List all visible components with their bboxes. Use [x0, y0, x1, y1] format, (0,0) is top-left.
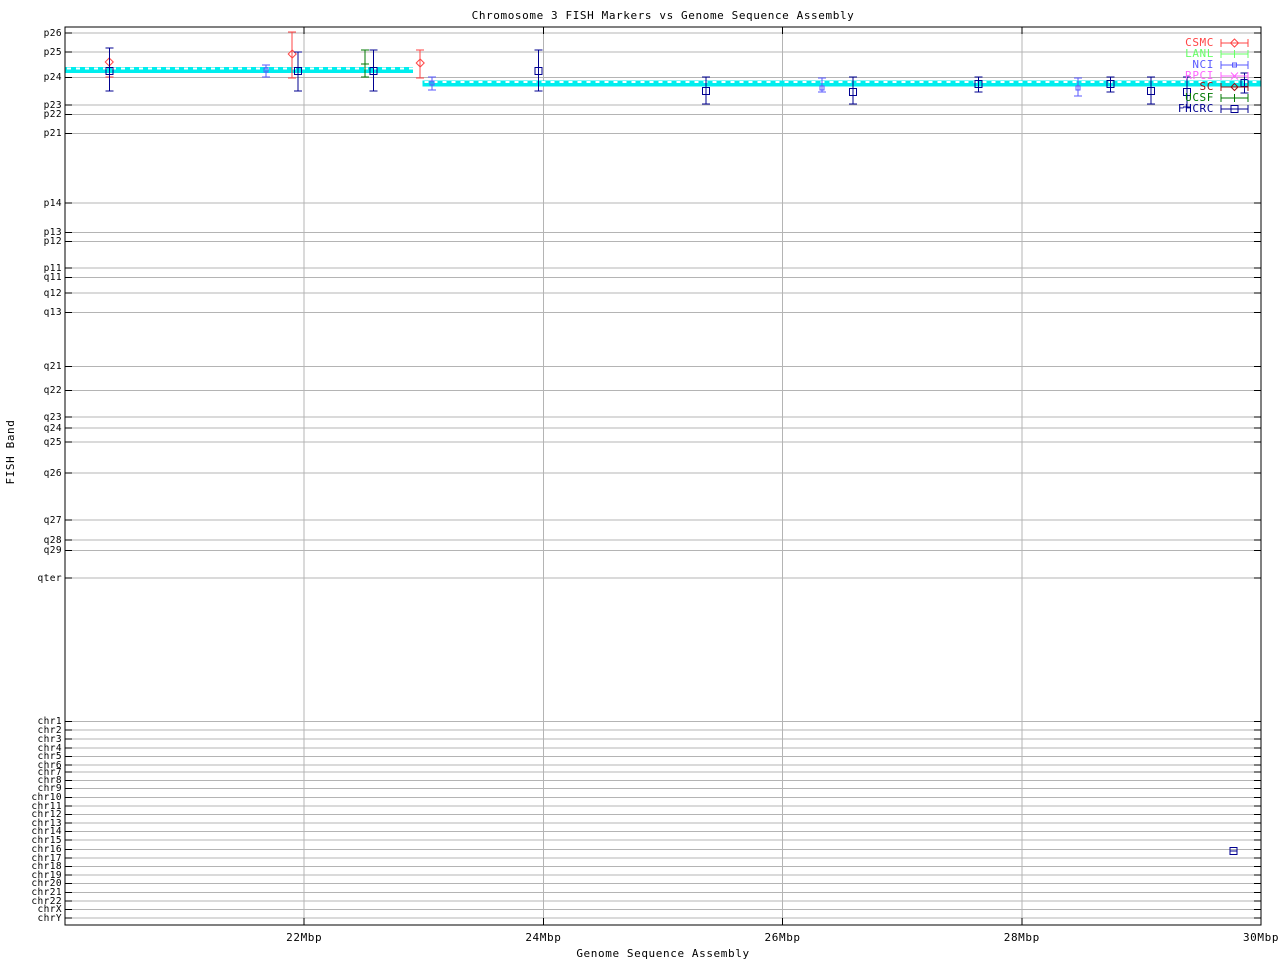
y-tick-label: p25: [43, 46, 62, 58]
plot-frame: [64, 26, 1262, 926]
plot-border: [64, 26, 1262, 926]
y-tick-label: p14: [43, 197, 62, 209]
y-tick-label: q22: [43, 385, 62, 396]
y-tick-label: p26: [43, 27, 62, 39]
series-fhcrc: [105, 47, 1249, 855]
legend-label-fhcrc: FHCRC: [1177, 102, 1214, 115]
y-tick-label: q12: [43, 287, 62, 299]
assembly-band: [65, 67, 1261, 87]
y-tick-label: p24: [43, 72, 62, 83]
y-tick-label: q28: [43, 534, 62, 546]
plot-area: [64, 26, 1262, 926]
y-tick-label: q11: [43, 272, 62, 283]
y-tick-label: p22: [43, 109, 62, 120]
y-axis-title: FISH Band: [4, 419, 17, 485]
x-tick-label: 26Mbp: [764, 931, 801, 944]
y-tick-label: chrY: [37, 912, 62, 924]
y-tick-label: q24: [43, 422, 62, 434]
x-tick-label: 28Mbp: [1003, 931, 1040, 944]
y-tick-label: q21: [43, 361, 62, 372]
x-axis-title: Genome Sequence Assembly: [576, 947, 750, 960]
y-tick-label: q27: [43, 514, 62, 526]
legend-label-rpci: RPCI: [1185, 69, 1214, 82]
y-tick-label: q23: [43, 411, 62, 423]
chart-title: Chromosome 3 FISH Markers vs Genome Sequ…: [471, 9, 855, 22]
x-tick-label: 22Mbp: [286, 931, 323, 944]
chart-canvas: Chromosome 3 FISH Markers vs Genome Sequ…: [0, 0, 1280, 960]
x-tick-label: 24Mbp: [525, 931, 562, 944]
y-tick-label: q13: [43, 307, 62, 318]
y-tick-label: p21: [43, 128, 62, 139]
y-tick-label: q26: [43, 467, 62, 479]
gridlines: [65, 27, 1261, 925]
x-tick-label: 30Mbp: [1242, 931, 1280, 944]
y-tick-label: p12: [43, 236, 62, 247]
y-tick-label: q25: [43, 436, 62, 448]
legend: [1220, 38, 1249, 113]
y-tick-label: q29: [43, 545, 62, 556]
y-tick-label: qter: [37, 572, 62, 584]
